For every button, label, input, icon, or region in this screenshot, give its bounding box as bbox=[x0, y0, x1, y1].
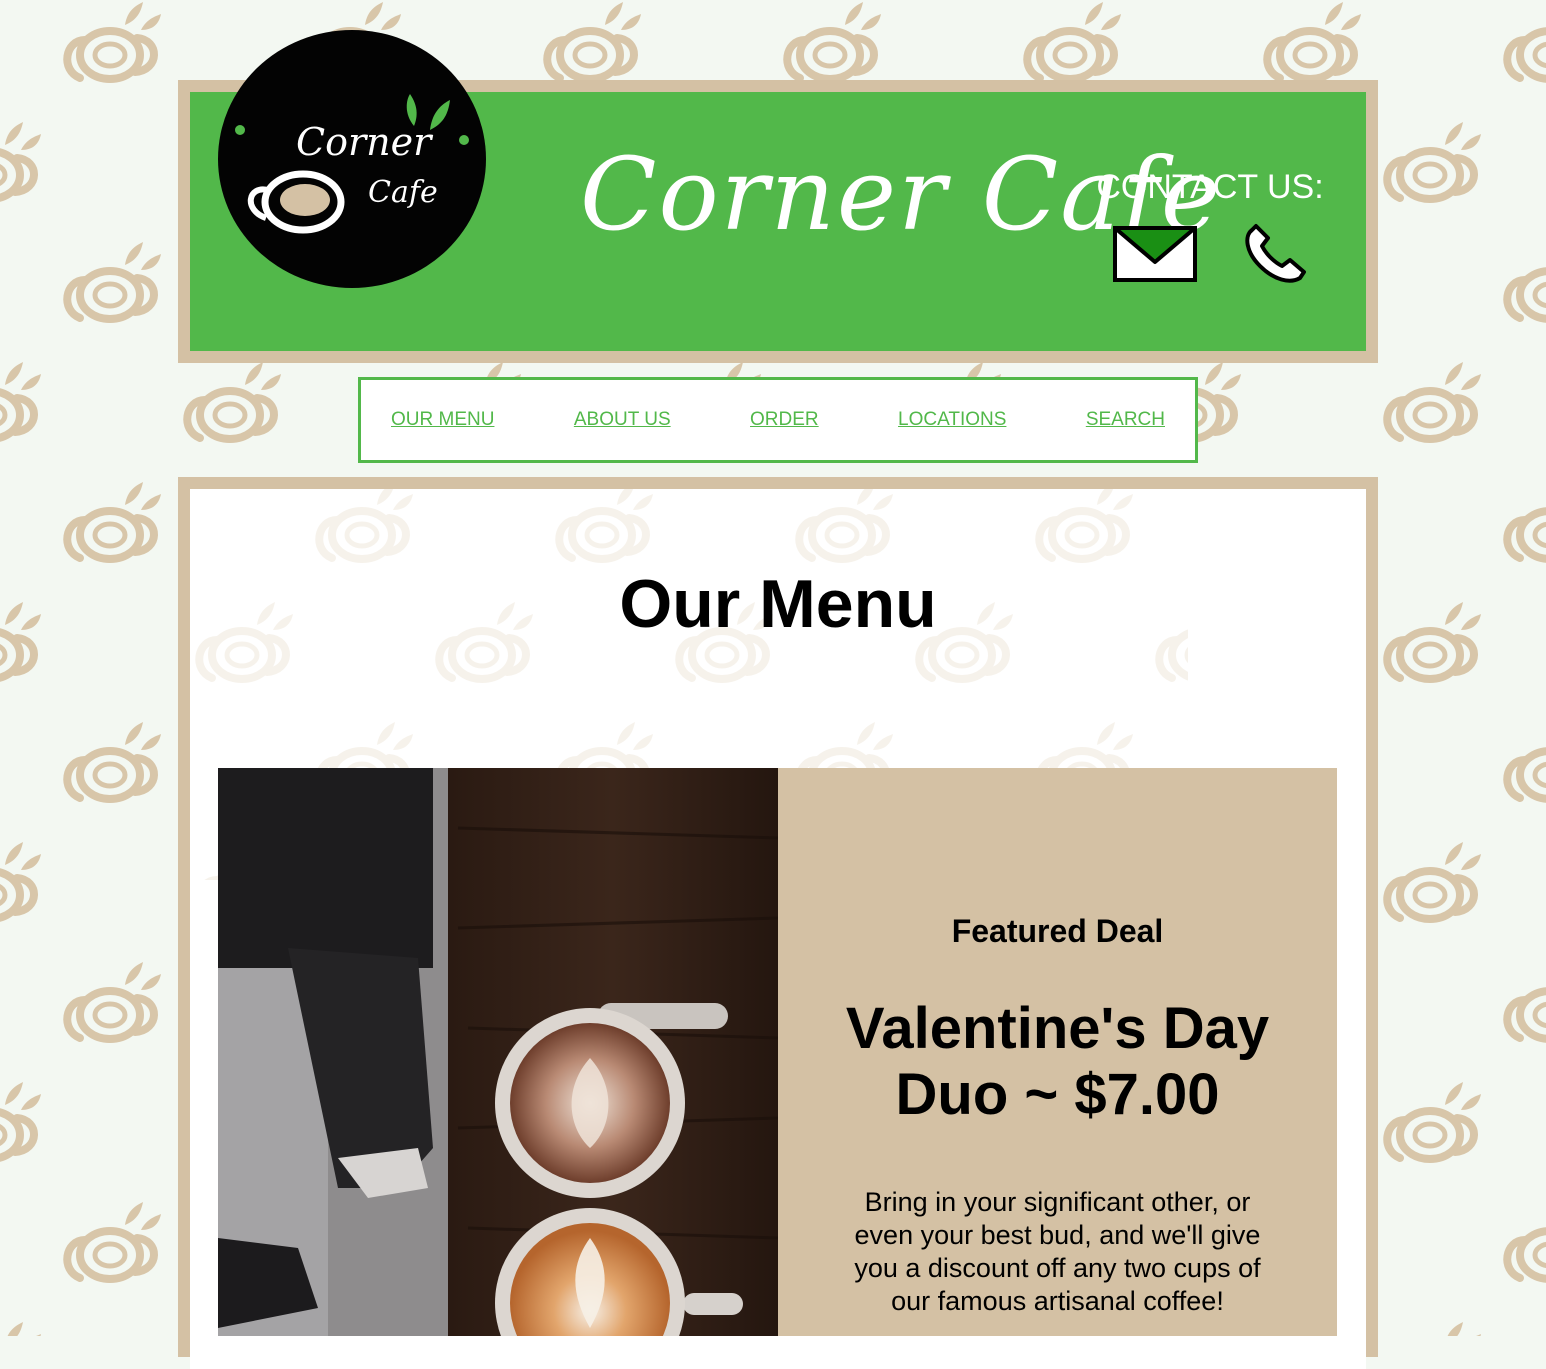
featured-deal-description: Bring in your significant other, or even… bbox=[854, 1187, 1261, 1316]
nav-link-search[interactable]: SEARCH bbox=[1086, 409, 1165, 431]
featured-deal-panel: Featured Deal Valentine's Day Duo ~ $7.0… bbox=[778, 768, 1337, 1336]
main-nav: OUR MENU ABOUT US ORDER LOCATIONS SEARCH bbox=[358, 377, 1198, 463]
page-title: Our Menu bbox=[619, 566, 937, 642]
contact-label: CONTACT US: bbox=[1096, 168, 1324, 206]
coffee-photo bbox=[218, 768, 778, 1336]
mail-icon[interactable] bbox=[1113, 226, 1197, 282]
cafe-logo[interactable]: Corner Cafe bbox=[218, 30, 486, 288]
phone-icon[interactable] bbox=[1242, 222, 1310, 286]
site-title: Corner Cafe bbox=[580, 136, 1223, 253]
logo-text-line1: Corner bbox=[296, 120, 434, 164]
logo-text-line2: Cafe bbox=[368, 175, 438, 210]
nav-link-locations[interactable]: LOCATIONS bbox=[898, 409, 1006, 431]
nav-link-order[interactable]: ORDER bbox=[750, 409, 819, 431]
nav-link-about-us[interactable]: ABOUT US bbox=[574, 409, 671, 431]
logo-art: Corner Cafe bbox=[235, 94, 469, 234]
featured-deal-title-line2: Duo ~ $7.00 bbox=[895, 1062, 1220, 1127]
featured-deal-title: Valentine's Day Duo ~ $7.00 bbox=[808, 996, 1307, 1128]
featured-deal-title-line1: Valentine's Day bbox=[845, 996, 1270, 1061]
nav-link-our-menu[interactable]: OUR MENU bbox=[391, 409, 494, 431]
featured-deal-kicker: Featured Deal bbox=[951, 913, 1164, 949]
